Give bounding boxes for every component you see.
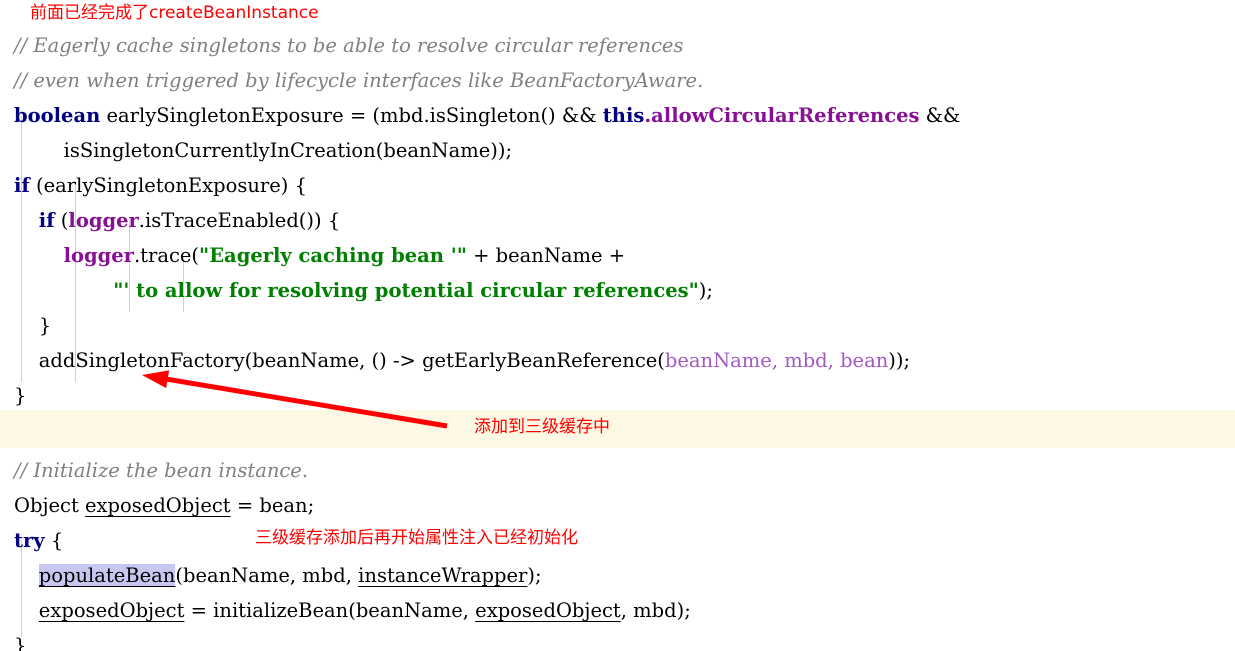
code-token: ); xyxy=(698,279,713,302)
code-token: instanceWrapper xyxy=(358,564,528,587)
code-line[interactable]: "' to allow for resolving potential circ… xyxy=(14,273,713,308)
code-token: boolean xyxy=(14,104,101,127)
code-line[interactable]: populateBean(beanName, mbd, instanceWrap… xyxy=(14,558,542,593)
code-line[interactable]: } xyxy=(14,378,26,413)
annot-populate: 三级缓存添加后再开始属性注入已经初始化 xyxy=(255,528,578,548)
code-line[interactable]: boolean earlySingletonExposure = (mbd.is… xyxy=(14,98,960,133)
code-token: this xyxy=(602,104,645,127)
code-token: )); xyxy=(888,349,911,372)
code-token: .trace( xyxy=(133,244,200,267)
code-token: ( xyxy=(54,209,69,232)
code-token: exposedObject xyxy=(38,599,185,622)
code-line[interactable]: logger.trace("Eagerly caching bean '" + … xyxy=(14,238,625,273)
code-token: try xyxy=(14,529,45,552)
code-token: exposedObject xyxy=(475,599,621,622)
code-screenshot-root: // Eagerly cache singletons to be able t… xyxy=(0,0,1235,651)
code-line[interactable]: Object exposedObject = bean; xyxy=(14,488,314,523)
code-token: isSingletonCurrentlyInCreation(beanName)… xyxy=(14,139,513,162)
code-token: ); xyxy=(527,564,542,587)
code-token: Object xyxy=(14,494,86,517)
code-token: if xyxy=(14,174,30,197)
code-token: "' to allow for resolving potential circ… xyxy=(113,279,699,302)
code-token: addSingletonFactory(beanName, () -> getE… xyxy=(14,349,665,372)
code-line[interactable]: if (earlySingletonExposure) { xyxy=(14,168,307,203)
code-token: // Initialize the bean instance. xyxy=(14,459,309,482)
code-line[interactable]: addSingletonFactory(beanName, () -> getE… xyxy=(14,343,910,378)
code-token: } xyxy=(14,384,27,407)
code-token: (beanName, mbd, xyxy=(175,564,359,587)
code-line[interactable]: } xyxy=(14,628,26,651)
code-token: // even when triggered by lifecycle inte… xyxy=(14,69,704,92)
code-token: + beanName + xyxy=(466,244,626,267)
highlight-band xyxy=(0,410,1235,448)
code-token: && xyxy=(919,104,961,127)
code-token: = bean; xyxy=(230,494,315,517)
code-token: .isTraceEnabled()) { xyxy=(138,209,341,232)
code-line[interactable]: // Eagerly cache singletons to be able t… xyxy=(14,28,683,63)
code-token: , mbd); xyxy=(620,599,691,622)
code-line[interactable]: exposedObject = initializeBean(beanName,… xyxy=(14,593,691,628)
code-token: earlySingletonExposure = (mbd.isSingleto… xyxy=(100,104,603,127)
code-line[interactable]: isSingletonCurrentlyInCreation(beanName)… xyxy=(14,133,512,168)
code-line[interactable]: // even when triggered by lifecycle inte… xyxy=(14,63,703,98)
code-token: // Eagerly cache singletons to be able t… xyxy=(14,34,684,57)
code-token: { xyxy=(44,529,64,552)
code-token: exposedObject xyxy=(85,494,231,517)
code-token: (earlySingletonExposure) { xyxy=(29,174,307,197)
code-token: .allowCircularReferences xyxy=(644,104,920,127)
code-token: if xyxy=(38,209,55,232)
code-line[interactable]: if (logger.isTraceEnabled()) { xyxy=(14,203,340,238)
code-line[interactable]: try { xyxy=(14,523,63,558)
code-line[interactable]: } xyxy=(14,308,51,343)
code-token: "Eagerly caching bean '" xyxy=(199,244,467,267)
code-token: } xyxy=(14,314,52,337)
annot-cache: 添加到三级缓存中 xyxy=(474,417,610,437)
code-line[interactable]: // Initialize the bean instance. xyxy=(14,453,308,488)
code-token: beanName, mbd, bean xyxy=(664,349,889,372)
code-token: logger xyxy=(63,244,134,267)
code-token: } xyxy=(14,634,27,651)
code-token: logger xyxy=(68,209,139,232)
annot-top: 前面已经完成了createBeanInstance xyxy=(30,3,319,23)
code-token: populateBean xyxy=(38,564,176,587)
code-token: = initializeBean(beanName, xyxy=(184,599,476,622)
